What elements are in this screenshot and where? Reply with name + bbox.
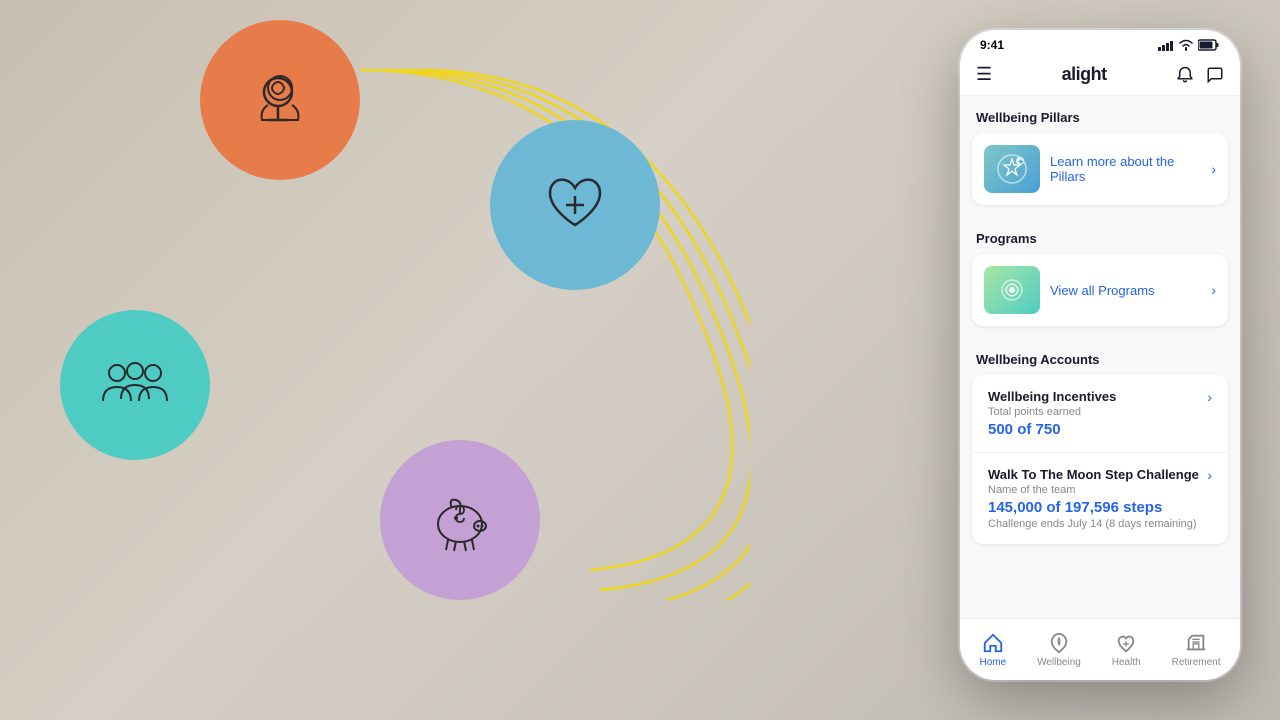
status-bar: 9:41: [960, 30, 1240, 56]
piggy-circle: [380, 440, 540, 600]
home-label: Home: [979, 657, 1006, 668]
wellbeing-pillars-label: Wellbeing Pillars: [960, 96, 1240, 133]
pillars-card-link[interactable]: ✦ Learn more about the Pillars ›: [972, 133, 1228, 205]
svg-text:✦: ✦: [1018, 158, 1024, 166]
incentives-value: 500 of 750: [988, 421, 1207, 438]
step-challenge-item[interactable]: Walk To The Moon Step Challenge Name of …: [972, 453, 1228, 544]
phone-screen: 9:41: [960, 30, 1240, 680]
programs-card-link[interactable]: View all Programs ›: [972, 254, 1228, 326]
nav-bar: ☰ alight: [960, 56, 1240, 96]
chat-icon[interactable]: [1206, 66, 1224, 84]
nav-action-icons: [1176, 66, 1224, 84]
incentives-chevron: ›: [1207, 389, 1212, 405]
step-challenge-chevron: ›: [1207, 467, 1212, 483]
wellbeing-incentives-item[interactable]: Wellbeing Incentives Total points earned…: [972, 375, 1228, 453]
pillars-link-text[interactable]: Learn more about the Pillars: [1050, 154, 1201, 184]
step-challenge-info: Walk To The Moon Step Challenge Name of …: [988, 467, 1207, 530]
incentives-title: Wellbeing Incentives: [988, 389, 1207, 404]
incentives-info: Wellbeing Incentives Total points earned…: [988, 389, 1207, 438]
status-time: 9:41: [980, 38, 1004, 52]
wellbeing-icon: [1048, 632, 1070, 654]
bottom-nav-wellbeing[interactable]: Wellbeing: [1027, 626, 1091, 674]
step-challenge-title: Walk To The Moon Step Challenge: [988, 467, 1207, 482]
wellbeing-accounts-label: Wellbeing Accounts: [960, 338, 1240, 375]
team-circle: [60, 310, 210, 460]
programs-label: Programs: [960, 217, 1240, 254]
brain-circle: [200, 20, 360, 180]
content-area[interactable]: Wellbeing Pillars ✦ Learn more about the…: [960, 96, 1240, 680]
step-challenge-note: Challenge ends July 14 (8 days remaining…: [988, 518, 1207, 530]
bottom-nav-home[interactable]: Home: [969, 626, 1016, 674]
step-challenge-value: 145,000 of 197,596 steps: [988, 499, 1207, 516]
programs-thumbnail: [984, 266, 1040, 314]
retirement-label: Retirement: [1172, 657, 1221, 668]
programs-card[interactable]: View all Programs ›: [972, 254, 1228, 326]
bell-icon[interactable]: [1176, 66, 1194, 84]
health-label: Health: [1112, 657, 1141, 668]
health-nav-icon: [1115, 632, 1137, 654]
wellbeing-accounts-card: Wellbeing Incentives Total points earned…: [972, 375, 1228, 544]
signal-icon: [1158, 39, 1174, 51]
pillars-icon: ✦: [994, 151, 1030, 187]
wifi-icon: [1178, 39, 1194, 51]
home-icon: [982, 632, 1004, 654]
phone-mockup: 9:41: [960, 30, 1240, 680]
pillars-thumbnail: ✦: [984, 145, 1040, 193]
programs-link-text[interactable]: View all Programs: [1050, 283, 1201, 298]
wellbeing-label: Wellbeing: [1037, 657, 1081, 668]
retirement-icon: [1185, 632, 1207, 654]
battery-icon: [1198, 39, 1220, 51]
incentives-subtitle: Total points earned: [988, 406, 1207, 418]
app-logo: alight: [1062, 64, 1107, 85]
step-challenge-subtitle: Name of the team: [988, 484, 1207, 496]
bottom-nav-health[interactable]: Health: [1102, 626, 1151, 674]
programs-chevron: ›: [1211, 282, 1216, 298]
wellbeing-pillars-card[interactable]: ✦ Learn more about the Pillars ›: [972, 133, 1228, 205]
bottom-nav-retirement[interactable]: Retirement: [1162, 626, 1231, 674]
pillars-chevron: ›: [1211, 161, 1216, 177]
menu-icon[interactable]: ☰: [976, 64, 992, 85]
bottom-nav: Home Wellbeing Health: [960, 618, 1240, 680]
status-icons: [1158, 39, 1220, 51]
health-circle: [490, 120, 660, 290]
programs-icon: [994, 272, 1030, 308]
